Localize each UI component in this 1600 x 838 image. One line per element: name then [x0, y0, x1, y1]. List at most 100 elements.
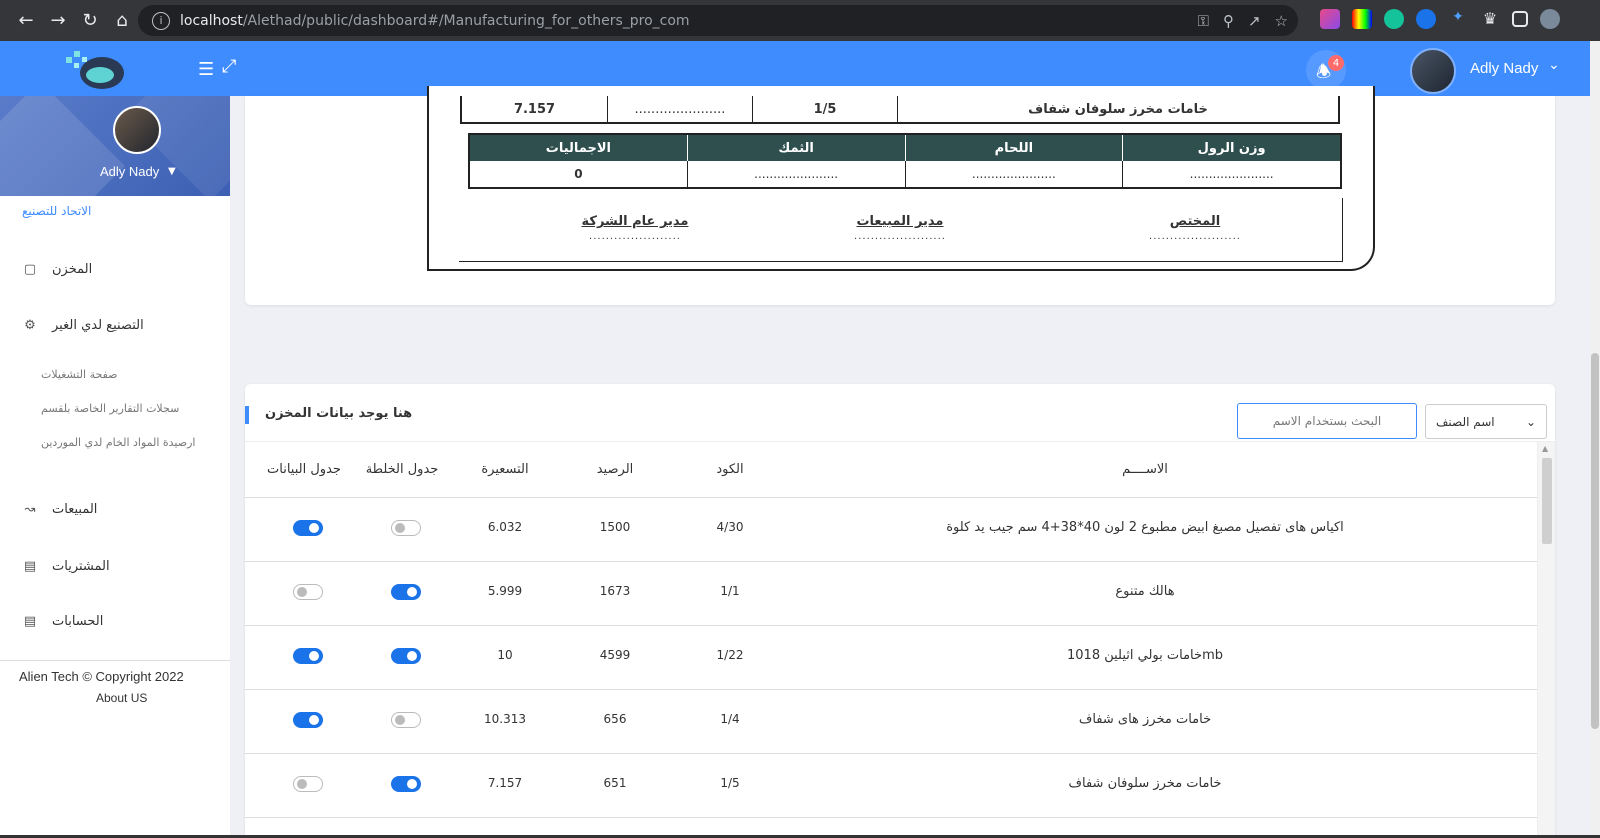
cell-price: 10	[497, 648, 513, 662]
filter-select-value: اسم الصنف	[1436, 414, 1495, 429]
mix-table-toggle[interactable]	[391, 712, 421, 728]
signature-specialist: المختص ......................	[1149, 214, 1241, 242]
sidebar-item-label: الحسابات	[52, 614, 104, 629]
notification-badge: 4	[1328, 55, 1344, 71]
extension-icon[interactable]	[1416, 9, 1436, 29]
data-table-toggle[interactable]	[293, 712, 323, 728]
signature-sales-manager: مدير المبيعات ......................	[854, 214, 946, 242]
column-name: الاســــم	[1122, 462, 1168, 477]
scrollbar-thumb[interactable]	[1542, 458, 1552, 544]
cell-name: خامات مخرز سلوفان شفاف	[1068, 776, 1222, 791]
search-input[interactable]	[1237, 403, 1417, 439]
copyright: Alien Tech © Copyright 2022	[19, 669, 184, 684]
column-code: الكود	[716, 462, 744, 477]
home-icon[interactable]: ⌂	[106, 5, 138, 37]
report-dots: ......................	[607, 96, 752, 122]
user-name[interactable]: Adly Nady	[1470, 60, 1538, 77]
column-balance: الرصيد	[596, 462, 634, 477]
mix-table-toggle[interactable]	[391, 520, 421, 536]
sidebar-item-label: المبيعات	[52, 502, 98, 517]
share-icon[interactable]: ↗	[1248, 12, 1261, 30]
inventory-table: جدول البيانات جدول الخلطة التسعيرة الرصي…	[245, 442, 1537, 838]
cell-name: اكياس هاى تفصيل مصبغ ابيض مطبوع 2 لون 40…	[946, 520, 1344, 535]
browser-toolbar: ← → ↻ ⌂ i localhost/Alethad/public/dashb…	[0, 0, 1600, 41]
report-header: الاجماليات	[545, 140, 611, 156]
mix-table-toggle[interactable]	[391, 776, 421, 792]
caret-down-icon[interactable]: ▼	[168, 166, 176, 177]
data-table-toggle[interactable]	[293, 584, 323, 600]
accent-bar	[245, 406, 249, 424]
notifications-button[interactable]: 🕭 4	[1306, 50, 1346, 90]
key-icon[interactable]: ⚿	[1198, 12, 1209, 30]
gear-icon: ⚙	[24, 318, 36, 333]
data-table-toggle[interactable]	[293, 520, 323, 536]
fullscreen-icon[interactable]: ⤢	[222, 56, 236, 77]
about-link[interactable]: About US	[96, 691, 147, 705]
info-icon[interactable]: i	[152, 11, 170, 30]
zoom-icon[interactable]: ⚲	[1223, 12, 1234, 30]
cell-code: 1/1	[720, 584, 740, 598]
report-header: اللحام	[904, 135, 1123, 161]
cell-balance: 1673	[599, 584, 631, 598]
report-item-row: 7.157 ...................... 1/5 خامات م…	[460, 96, 1340, 124]
table-row: 6.032 1500 4/30 اكياس هاى تفصيل مصبغ ابيض م…	[245, 498, 1537, 562]
cell-name: خامات مخرز هاى شفاف	[1078, 712, 1212, 727]
forward-icon[interactable]: →	[42, 5, 74, 37]
avatar[interactable]	[1410, 48, 1456, 94]
data-table-toggle[interactable]	[293, 648, 323, 664]
sidebar-subitem-reports[interactable]: سجلات التقارير الخاصة بلقسم	[41, 402, 179, 415]
sidebar-item-label: المشتريات	[52, 559, 110, 574]
sidebar-subitem-supplier-balances[interactable]: ارصيدة المواد الخام لدي الموردين	[41, 436, 195, 449]
cell-balance: 656	[603, 712, 627, 726]
extension-icon[interactable]	[1320, 9, 1340, 29]
inventory-card-header: هنا يوجد بيانات المخزن اسم الصنف ⌄	[245, 384, 1555, 442]
scroll-up-icon[interactable]: ▲	[1542, 444, 1548, 453]
inventory-title: هنا يوجد بيانات المخزن	[265, 406, 413, 421]
cell-balance: 1500	[599, 520, 631, 534]
puzzle-icon[interactable]: ♛	[1480, 9, 1500, 29]
chevron-down-icon: ⌄	[1525, 414, 1536, 429]
sidebar-subitem-operations[interactable]: صفحة التشغيلات	[41, 368, 117, 381]
data-table-toggle[interactable]	[293, 776, 323, 792]
extension-icon[interactable]	[1352, 9, 1372, 29]
sidepanel-icon[interactable]	[1512, 11, 1528, 27]
back-icon[interactable]: ←	[10, 5, 42, 37]
inventory-card: هنا يوجد بيانات المخزن اسم الصنف ⌄ جدول …	[245, 384, 1555, 838]
cell-price: 7.157	[487, 776, 523, 790]
reload-icon[interactable]: ↻	[74, 5, 106, 37]
sidebar-item-sales[interactable]: ↝ المبيعات	[22, 502, 98, 517]
sidebar-item-purchases[interactable]: ▤ المشتريات	[22, 559, 110, 574]
sidebar-item-warehouse[interactable]: ▢ المخزن	[22, 262, 92, 277]
table-row: 5.999 1673 1/1 هالك متنوع	[245, 562, 1537, 626]
cell-price: 6.032	[487, 520, 523, 534]
sidebar: Adly Nady ▼ الاتحاد للتصنيع ▢ المخزن ⚙ ا…	[0, 96, 230, 838]
mix-table-toggle[interactable]	[391, 584, 421, 600]
avatar[interactable]	[113, 106, 161, 154]
divider	[0, 660, 230, 661]
extension-icon[interactable]: ✦	[1448, 9, 1468, 29]
report-item-name: خامات مخرز سلوفان شفاف	[897, 96, 1338, 122]
chevron-down-icon[interactable]: ⌄	[1548, 57, 1560, 73]
cell-balance: 651	[603, 776, 627, 790]
scrollbar-thumb[interactable]	[1591, 353, 1599, 729]
address-bar[interactable]: i localhost/Alethad/public/dashboard#/Ma…	[138, 5, 1298, 36]
menu-icon[interactable]: ☰	[198, 59, 214, 80]
cell-price: 10.313	[484, 712, 526, 726]
mix-table-toggle[interactable]	[391, 648, 421, 664]
grammarly-icon[interactable]	[1384, 9, 1404, 29]
cell-code: 4/30	[716, 520, 744, 534]
cell-name: خامات بولي اثيلين 1018mb	[1067, 648, 1223, 663]
profile-icon[interactable]	[1540, 9, 1560, 29]
sidebar-item-accounts[interactable]: ▤ الحسابات	[22, 614, 104, 629]
sidebar-user-name[interactable]: Adly Nady	[100, 164, 159, 179]
page-scrollbar[interactable]	[1590, 41, 1600, 838]
table-header: جدول البيانات جدول الخلطة التسعيرة الرصي…	[245, 442, 1537, 498]
report-summary-table: الاجماليات الثمك اللحام وزن الرول 0 ....…	[468, 133, 1342, 189]
filter-select[interactable]: اسم الصنف ⌄	[1425, 404, 1547, 439]
star-icon[interactable]: ☆	[1275, 12, 1288, 30]
sidebar-item-manufacturing[interactable]: ⚙ التصنيع لدي الغير	[22, 318, 144, 333]
box-icon: ▢	[23, 262, 37, 277]
brand-name[interactable]: الاتحاد للتصنيع	[22, 204, 91, 218]
alien-logo-icon	[66, 51, 124, 89]
table-scrollbar[interactable]: ▲	[1537, 442, 1555, 838]
